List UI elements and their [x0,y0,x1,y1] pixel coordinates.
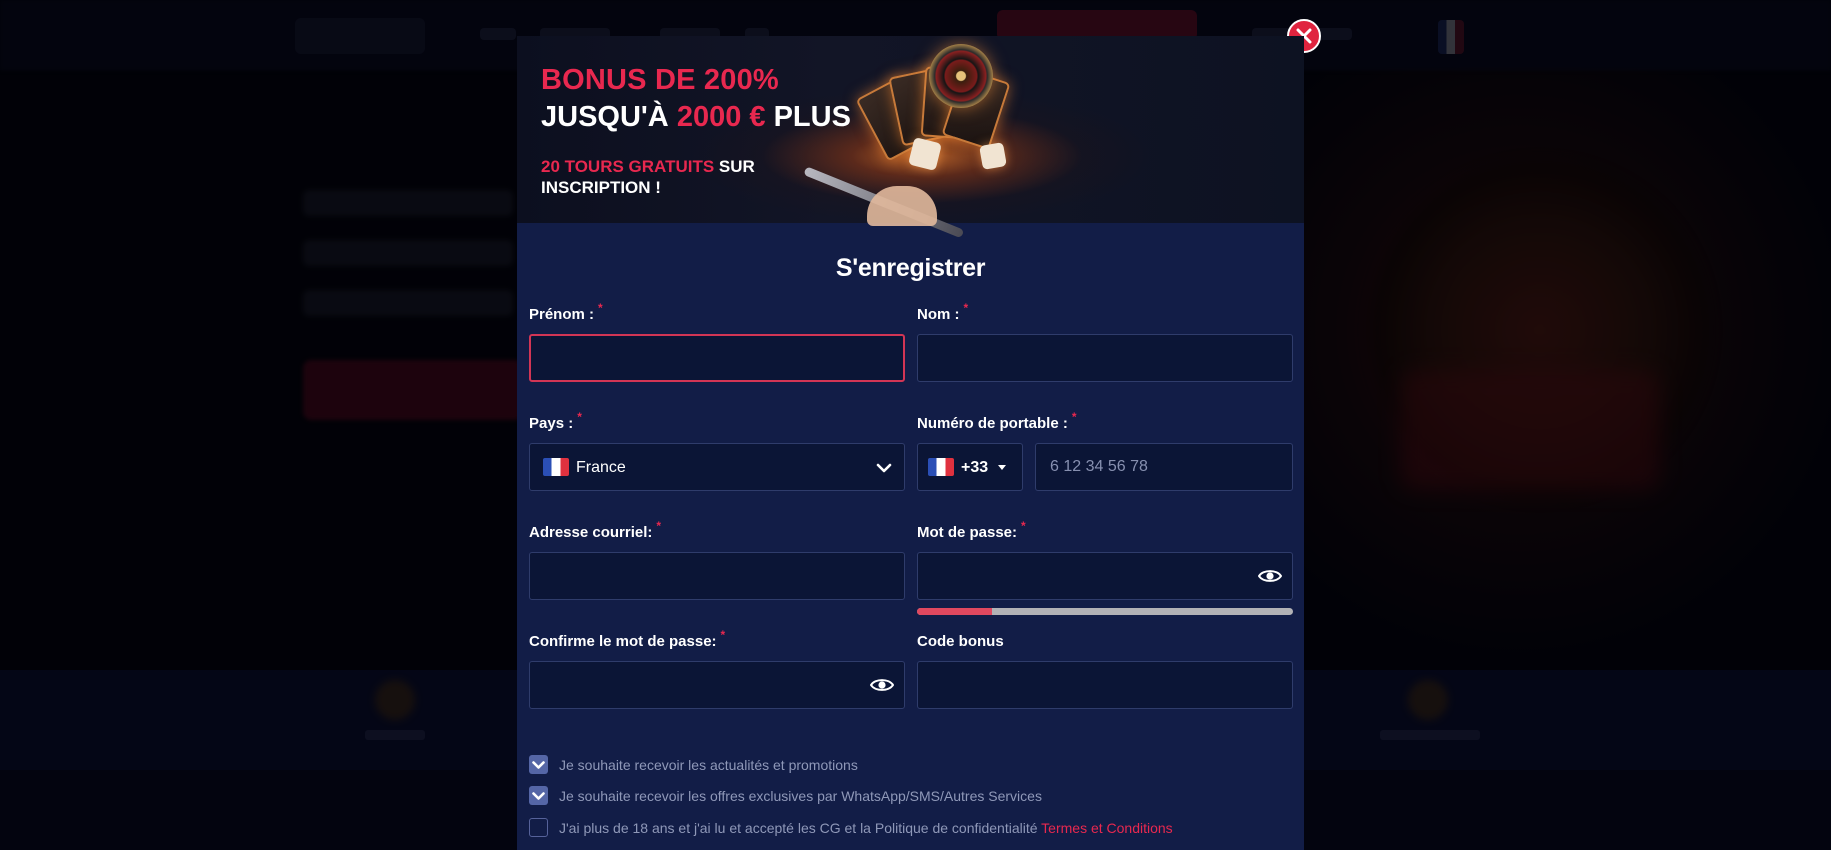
last-name-label-text: Nom : [917,306,960,323]
form-title: S'enregistrer [835,254,986,282]
whatsapp-checkbox-label: Je souhaite recevoir les offres exclusiv… [559,788,1042,804]
dice [908,137,942,171]
phone-input[interactable] [1036,444,1292,490]
promo-banner: BONUS DE 200% JUSQU'À 2000 € PLUS 20 TOU… [517,36,1304,239]
newsletter-checkbox[interactable] [529,755,548,774]
phone-label-text: Numéro de portable : [917,415,1068,432]
password-strength-bar [917,608,1293,615]
password-field[interactable] [917,552,1293,600]
required-marker: * [963,301,969,315]
email-label-text: Adresse courriel: [529,524,653,541]
chevron-down-icon [876,463,892,473]
casino-illustration [803,36,1057,239]
first-name-label: Prénom : * [529,301,603,323]
france-flag-icon [928,458,954,476]
required-marker: * [1071,410,1077,424]
first-name-field[interactable] [529,334,905,382]
confirm-password-input[interactable] [530,662,904,708]
roulette-wheel [929,44,993,108]
country-label: Pays : * [529,410,582,432]
country-selected-value: France [576,459,626,476]
banner-free-spins: 20 TOURS GRATUITS SUR INSCRIPTION ! [541,156,781,198]
france-flag-icon [543,458,569,476]
newsletter-checkbox-label: Je souhaite recevoir les actualités et p… [559,757,858,773]
check-icon [532,761,545,769]
required-marker: * [598,301,603,315]
banner-bonus-title: BONUS DE 200% [541,64,779,96]
terms-checkbox[interactable] [529,818,548,837]
email-label: Adresse courriel: * [529,519,661,541]
first-name-input[interactable] [531,336,903,380]
last-name-input[interactable] [918,335,1292,381]
required-marker: * [577,410,582,424]
terms-checkbox-row[interactable]: J'ai plus de 18 ans et j'ai lu et accept… [529,818,1229,838]
terms-text: J'ai plus de 18 ans et j'ai lu et accept… [559,820,1042,836]
banner-amount-line: JUSQU'À 2000 € PLUS [541,101,851,134]
required-marker: * [656,519,662,533]
newsletter-checkbox-row[interactable]: Je souhaite recevoir les actualités et p… [529,755,1229,775]
last-name-label: Nom : * [917,301,968,323]
last-name-field[interactable] [917,334,1293,382]
required-marker: * [720,628,726,642]
whatsapp-checkbox-row[interactable]: Je souhaite recevoir les offres exclusiv… [529,786,1229,806]
banner-free-spins-highlight: 20 TOURS GRATUITS [541,157,715,176]
password-label: Mot de passe: * [917,519,1026,541]
dial-code-select[interactable]: +33 [917,443,1023,491]
password-input[interactable] [918,553,1292,599]
country-label-text: Pays : [529,415,574,432]
email-input[interactable] [530,553,904,599]
whatsapp-offers-checkbox[interactable] [529,786,548,805]
phone-field[interactable] [1035,443,1293,491]
check-icon [532,792,545,800]
dial-code-value: +33 [961,459,989,476]
email-field[interactable] [529,552,905,600]
terms-checkbox-label: J'ai plus de 18 ans et j'ai lu et accept… [559,820,1173,836]
registration-modal: BONUS DE 200% JUSQU'À 2000 € PLUS 20 TOU… [517,36,1304,850]
bonus-code-label: Code bonus [917,633,1004,650]
phone-label: Numéro de portable : * [917,410,1077,432]
hand [867,186,937,226]
eye-icon[interactable] [870,677,894,693]
terms-link[interactable]: Termes et Conditions [1041,820,1173,836]
eye-icon[interactable] [1258,568,1282,584]
bonus-code-input[interactable] [918,662,1292,708]
caret-down-icon [998,465,1006,470]
banner-amount: 2000 € [676,101,766,133]
password-strength-fill [917,608,993,615]
dice [979,142,1007,170]
password-label-text: Mot de passe: [917,524,1018,541]
confirm-password-label-text: Confirme le mot de passe: [529,633,717,650]
required-marker: * [1021,519,1026,533]
confirm-password-label: Confirme le mot de passe: * [529,628,725,650]
first-name-label-text: Prénom : [529,306,595,323]
confirm-password-field[interactable] [529,661,905,709]
country-select[interactable]: France [529,443,905,491]
bonus-code-field[interactable] [917,661,1293,709]
banner-amount-prefix: JUSQU'À [541,101,677,133]
